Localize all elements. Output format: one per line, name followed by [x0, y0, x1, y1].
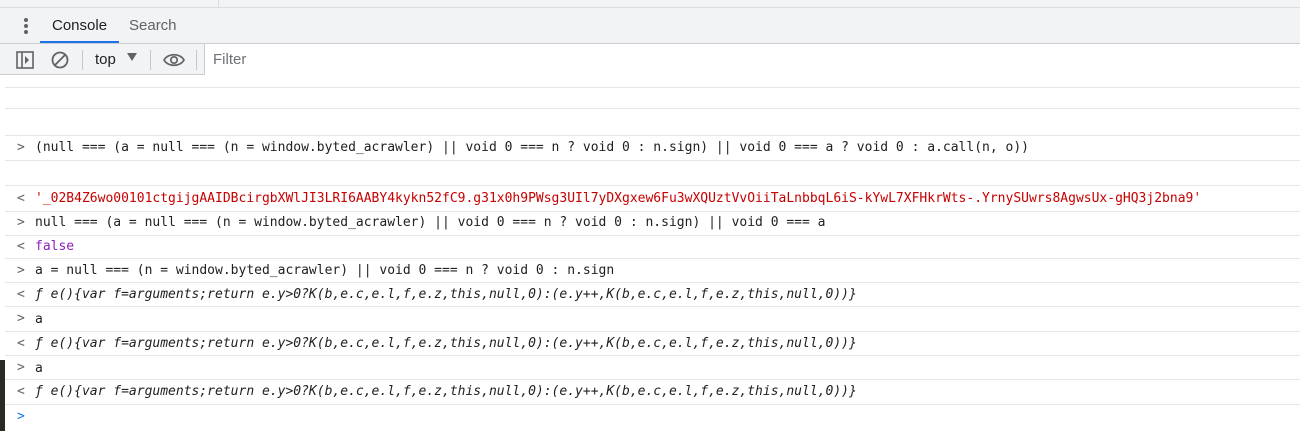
tab-console[interactable]: Console: [40, 8, 120, 43]
console-output-function[interactable]: ƒ e(){var f=arguments;return e.y>0?K(b,e…: [35, 384, 857, 399]
console-input-text: a = null === (n = window.byted_acrawler)…: [35, 263, 615, 278]
console-output-function[interactable]: ƒ e(){var f=arguments;return e.y>0?K(b,e…: [35, 287, 857, 302]
console-input-text: (null === (a = null === (n = window.byte…: [35, 140, 1029, 155]
toolbar-divider: [82, 50, 83, 70]
prompt-chevron-icon: >: [17, 215, 25, 230]
prompt-chevron-icon: >: [17, 360, 25, 375]
result-chevron-icon: <: [17, 336, 25, 351]
console-output-row[interactable]: < ƒ e(){var f=arguments;return e.y>0?K(b…: [5, 380, 1300, 405]
prompt-chevron-icon: >: [17, 140, 25, 155]
console-output-row[interactable]: < '_02B4Z6wo00101ctgijgAAIDBcirgbXWlJI3L…: [5, 186, 1300, 212]
console-messages: > (null === (a = null === (n = window.by…: [5, 76, 1300, 431]
prompt-chevron-icon: >: [17, 263, 25, 278]
console-toolbar: top Filter: [0, 44, 1300, 75]
result-chevron-icon: <: [17, 191, 25, 206]
toolbar-divider: [150, 50, 151, 70]
toolbar-divider: [196, 50, 197, 70]
console-input-row[interactable]: > null === (a = null === (n = window.byt…: [5, 212, 1300, 236]
console-row-empty: [5, 161, 1300, 186]
result-chevron-icon: <: [17, 287, 25, 302]
console-input-row[interactable]: > a = null === (n = window.byted_acrawle…: [5, 259, 1300, 283]
console-output-row[interactable]: < ƒ e(){var f=arguments;return e.y>0?K(b…: [5, 332, 1300, 356]
dropdown-caret-icon[interactable]: [127, 53, 137, 61]
console-input-text: a: [35, 361, 43, 376]
console-row-empty: [5, 88, 1300, 109]
clear-console-icon[interactable]: [50, 50, 70, 70]
console-output-row[interactable]: < false: [5, 236, 1300, 259]
console-input-row[interactable]: > a: [5, 356, 1300, 380]
console-output-function[interactable]: ƒ e(){var f=arguments;return e.y>0?K(b,e…: [35, 336, 857, 351]
sidebar-toggle-icon[interactable]: [15, 50, 35, 70]
console-row-empty: [5, 109, 1300, 136]
active-prompt-icon: >: [17, 409, 25, 424]
prompt-chevron-icon: >: [17, 311, 25, 326]
console-output-row[interactable]: < ƒ e(){var f=arguments;return e.y>0?K(b…: [5, 283, 1300, 307]
drawer-tab-bar: Console Search: [0, 8, 1300, 44]
tab-search[interactable]: Search: [117, 8, 189, 43]
console-prompt-row[interactable]: >: [5, 405, 1300, 431]
window-top-edge: [0, 0, 1300, 8]
filter-input[interactable]: Filter: [204, 44, 1300, 75]
console-output-string[interactable]: '_02B4Z6wo00101ctgijgAAIDBcirgbXWlJI3LRI…: [35, 191, 1201, 206]
eye-icon[interactable]: [162, 50, 186, 70]
console-input-row[interactable]: > a: [5, 307, 1300, 332]
console-input-row[interactable]: > (null === (a = null === (n = window.by…: [5, 136, 1300, 161]
result-chevron-icon: <: [17, 239, 25, 254]
more-vertical-icon[interactable]: [18, 16, 34, 36]
result-chevron-icon: <: [17, 384, 25, 399]
context-selector[interactable]: top: [95, 44, 116, 75]
console-input-text: a: [35, 312, 43, 327]
console-input-text: null === (a = null === (n = window.byted…: [35, 215, 826, 230]
console-row-empty: [5, 76, 1300, 88]
console-output-boolean: false: [35, 239, 75, 254]
